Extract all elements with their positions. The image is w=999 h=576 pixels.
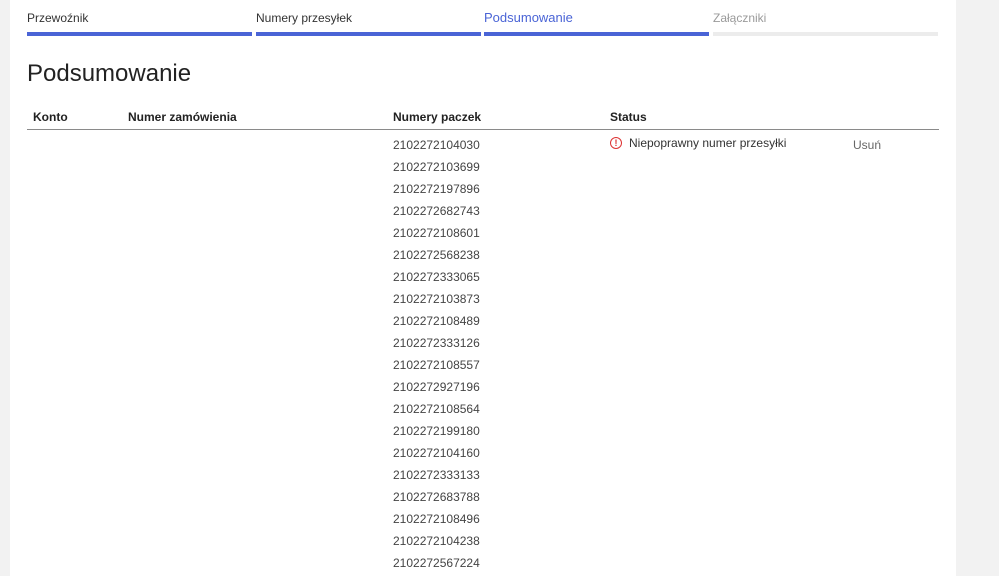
table-row: 2102272103873 bbox=[27, 288, 939, 310]
right-gutter bbox=[956, 0, 999, 576]
table-row: 2102272108601 bbox=[27, 222, 939, 244]
parcel-number: 2102272108496 bbox=[393, 512, 480, 526]
column-header-status: Status bbox=[610, 110, 647, 124]
table-row: 2102272683788 bbox=[27, 486, 939, 508]
summary-table: Konto Numer zamówienia Numery paczek Sta… bbox=[27, 106, 939, 574]
parcel-number: 2102272567224 bbox=[393, 556, 480, 570]
table-row: 2102272104030 ! Niepoprawny numer przesy… bbox=[27, 134, 939, 156]
parcel-number: 2102272333133 bbox=[393, 468, 480, 482]
status-cell: ! Niepoprawny numer przesyłki bbox=[610, 136, 786, 150]
column-header-konto: Konto bbox=[33, 110, 68, 124]
parcel-number: 2102272104160 bbox=[393, 446, 480, 460]
table-row: 2102272103699 bbox=[27, 156, 939, 178]
step-progress-bar bbox=[256, 32, 481, 36]
parcel-number: 2102272103699 bbox=[393, 160, 480, 174]
step-zalaczniki[interactable]: Załączniki bbox=[713, 0, 938, 37]
parcel-number: 2102272333126 bbox=[393, 336, 480, 350]
table-body: 2102272104030 ! Niepoprawny numer przesy… bbox=[27, 134, 939, 574]
table-row: 2102272108496 bbox=[27, 508, 939, 530]
step-numery-przesylek[interactable]: Numery przesyłek bbox=[256, 0, 481, 37]
parcel-number: 2102272333065 bbox=[393, 270, 480, 284]
parcel-number: 2102272108564 bbox=[393, 402, 480, 416]
table-row: 2102272199180 bbox=[27, 420, 939, 442]
table-row: 2102272682743 bbox=[27, 200, 939, 222]
step-progress-bar bbox=[27, 32, 252, 36]
parcel-number: 2102272108601 bbox=[393, 226, 480, 240]
delete-link[interactable]: Usuń bbox=[853, 138, 881, 152]
table-row: 2102272333133 bbox=[27, 464, 939, 486]
parcel-number: 2102272927196 bbox=[393, 380, 480, 394]
parcel-number: 2102272199180 bbox=[393, 424, 480, 438]
error-icon: ! bbox=[610, 137, 622, 149]
parcel-number: 2102272682743 bbox=[393, 204, 480, 218]
step-progress-bar bbox=[713, 32, 938, 36]
table-row: 2102272568238 bbox=[27, 244, 939, 266]
step-label: Numery przesyłek bbox=[256, 11, 353, 25]
column-header-numery-paczek: Numery paczek bbox=[393, 110, 482, 124]
step-przewoznik[interactable]: Przewoźnik bbox=[27, 0, 252, 37]
table-row: 2102272104160 bbox=[27, 442, 939, 464]
main-panel: Przewoźnik Numery przesyłek Podsumowanie… bbox=[10, 0, 956, 576]
step-label: Podsumowanie bbox=[484, 10, 573, 25]
parcel-number: 2102272108557 bbox=[393, 358, 480, 372]
step-label: Przewoźnik bbox=[27, 11, 89, 25]
table-row: 2102272108557 bbox=[27, 354, 939, 376]
parcel-number: 2102272108489 bbox=[393, 314, 480, 328]
table-row: 2102272197896 bbox=[27, 178, 939, 200]
stepper: Przewoźnik Numery przesyłek Podsumowanie… bbox=[27, 0, 939, 40]
left-gutter bbox=[0, 0, 10, 576]
column-header-numer-zamowienia: Numer zamówienia bbox=[128, 110, 237, 124]
step-podsumowanie[interactable]: Podsumowanie bbox=[484, 0, 709, 37]
table-row: 2102272333065 bbox=[27, 266, 939, 288]
parcel-number: 2102272197896 bbox=[393, 182, 480, 196]
step-progress-bar bbox=[484, 32, 709, 36]
table-row: 2102272927196 bbox=[27, 376, 939, 398]
table-row: 2102272104238 bbox=[27, 530, 939, 552]
table-row: 2102272567224 bbox=[27, 552, 939, 574]
parcel-number: 2102272683788 bbox=[393, 490, 480, 504]
table-header: Konto Numer zamówienia Numery paczek Sta… bbox=[27, 106, 939, 130]
table-row: 2102272333126 bbox=[27, 332, 939, 354]
page-title: Podsumowanie bbox=[27, 60, 192, 87]
parcel-number: 2102272568238 bbox=[393, 248, 480, 262]
parcel-number: 2102272104030 bbox=[393, 138, 480, 152]
step-label: Załączniki bbox=[713, 11, 767, 25]
parcel-number: 2102272104238 bbox=[393, 534, 480, 548]
table-row: 2102272108489 bbox=[27, 310, 939, 332]
table-row: 2102272108564 bbox=[27, 398, 939, 420]
status-text: Niepoprawny numer przesyłki bbox=[629, 136, 787, 150]
parcel-number: 2102272103873 bbox=[393, 292, 480, 306]
